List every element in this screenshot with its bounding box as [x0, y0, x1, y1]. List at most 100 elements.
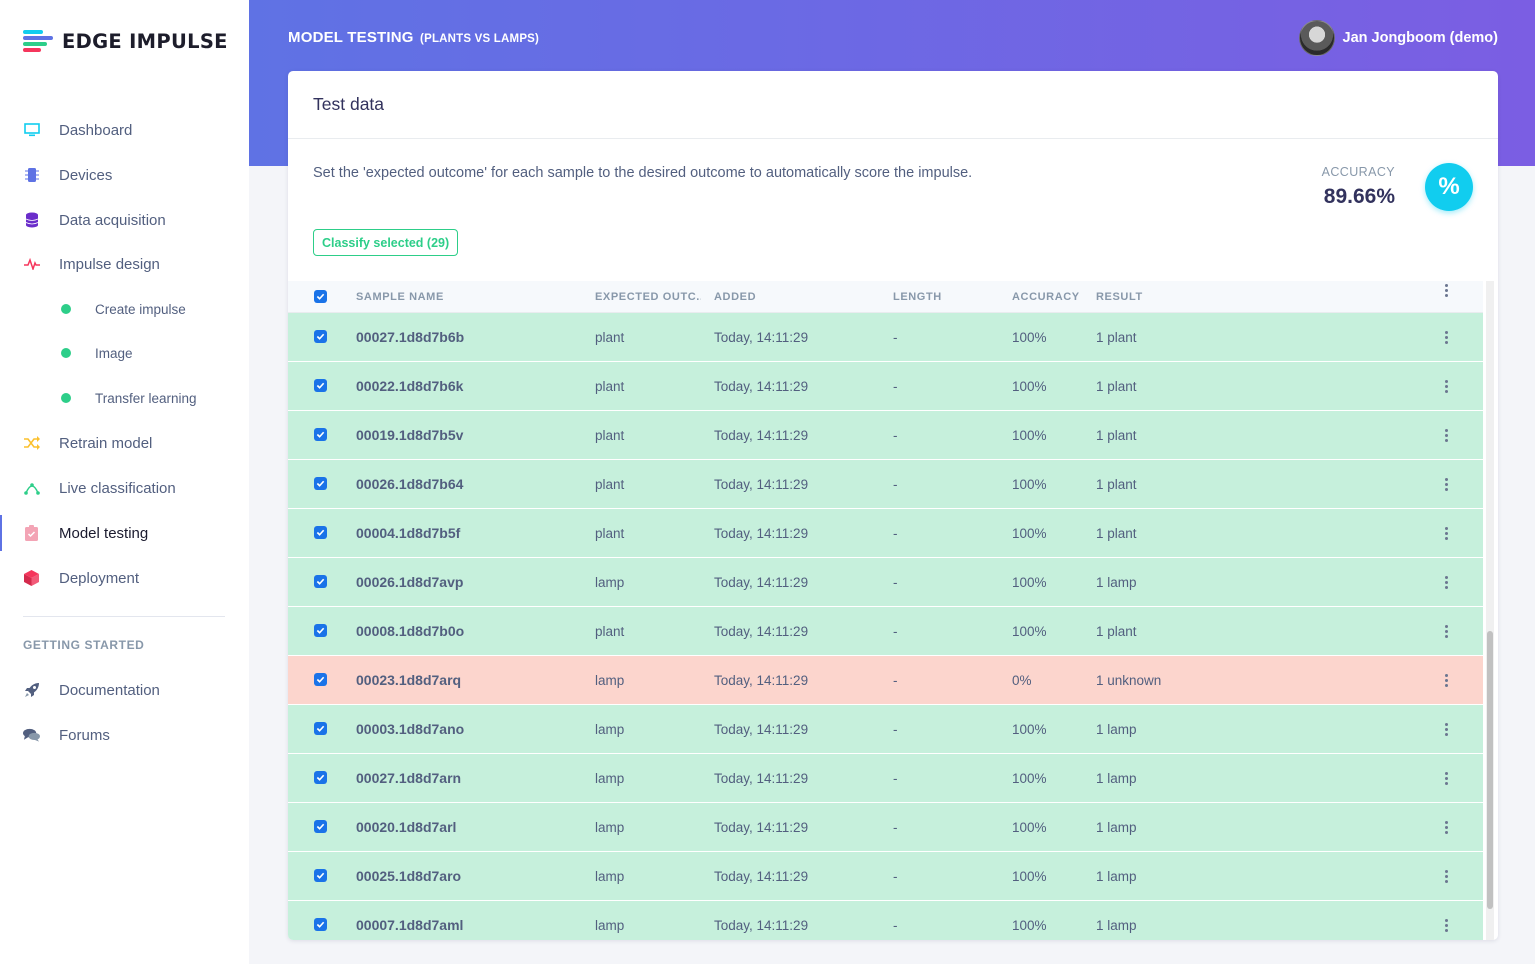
sidebar-item-deployment[interactable]: Deployment	[0, 560, 249, 596]
classification-result: 1 lamp	[1096, 770, 1137, 786]
table-row[interactable]: 00008.1d8d7b0o plant Today, 14:11:29 - 1…	[288, 607, 1483, 656]
row-checkbox[interactable]	[314, 869, 327, 882]
sample-accuracy: 100%	[1012, 476, 1047, 492]
sidebar-item-label: Deployment	[59, 569, 140, 587]
sidebar-item-dashboard[interactable]: Dashboard	[0, 112, 249, 148]
select-all-checkbox[interactable]	[314, 290, 327, 303]
sidebar-item-data-acquisition[interactable]: Data acquisition	[0, 202, 249, 238]
row-options-menu-icon[interactable]	[1441, 754, 1451, 802]
sample-name[interactable]: 00025.1d8d7aro	[356, 852, 461, 900]
sidebar-subitem-transfer-learning[interactable]: Transfer learning	[0, 383, 249, 413]
column-header-accuracy[interactable]: ACCURACY	[1012, 281, 1092, 313]
classification-result: 1 plant	[1096, 476, 1137, 492]
sample-length: -	[893, 623, 898, 639]
row-checkbox[interactable]	[314, 379, 327, 392]
row-options-menu-icon[interactable]	[1441, 460, 1451, 508]
sample-name[interactable]: 00023.1d8d7arq	[356, 656, 461, 704]
column-header-sample-name[interactable]: SAMPLE NAME	[356, 281, 586, 313]
row-options-menu-icon[interactable]	[1441, 852, 1451, 900]
sidebar-item-model-testing[interactable]: Model testing	[0, 515, 249, 551]
row-checkbox[interactable]	[314, 526, 327, 539]
sidebar-item-label: Data acquisition	[59, 211, 166, 229]
table-row[interactable]: 00027.1d8d7arn lamp Today, 14:11:29 - 10…	[288, 754, 1483, 803]
sidebar-item-live-classification[interactable]: Live classification	[0, 470, 249, 506]
column-header-length[interactable]: LENGTH	[893, 281, 1003, 313]
sidebar-item-impulse-design[interactable]: Impulse design	[0, 246, 249, 282]
sidebar-item-documentation[interactable]: Documentation	[0, 672, 249, 708]
sample-name[interactable]: 00027.1d8d7b6b	[356, 313, 464, 361]
scrollbar-thumb[interactable]	[1487, 631, 1493, 909]
row-checkbox[interactable]	[314, 330, 327, 343]
sample-name[interactable]: 00003.1d8d7ano	[356, 705, 464, 753]
row-options-menu-icon[interactable]	[1441, 313, 1451, 361]
classification-result: 1 lamp	[1096, 868, 1137, 884]
sample-name[interactable]: 00019.1d8d7b5v	[356, 411, 463, 459]
rocket-icon	[23, 682, 40, 699]
sidebar-item-retrain-model[interactable]: Retrain model	[0, 425, 249, 461]
row-checkbox[interactable]	[314, 428, 327, 441]
table-row[interactable]: 00007.1d8d7aml lamp Today, 14:11:29 - 10…	[288, 901, 1483, 940]
row-options-menu-icon[interactable]	[1441, 705, 1451, 753]
table-row[interactable]: 00026.1d8d7b64 plant Today, 14:11:29 - 1…	[288, 460, 1483, 509]
column-header-expected-outcome[interactable]: EXPECTED OUTC...	[595, 281, 701, 313]
sidebar-item-devices[interactable]: Devices	[0, 157, 249, 193]
sidebar-item-label: Impulse design	[59, 255, 160, 273]
row-options-menu-icon[interactable]	[1441, 803, 1451, 851]
row-options-menu-icon[interactable]	[1441, 558, 1451, 606]
row-options-menu-icon[interactable]	[1441, 607, 1451, 655]
row-checkbox[interactable]	[314, 624, 327, 637]
sidebar-subitem-create-impulse[interactable]: Create impulse	[0, 294, 249, 324]
expected-outcome: plant	[595, 525, 625, 541]
avatar	[1298, 20, 1335, 56]
row-options-menu-icon[interactable]	[1441, 901, 1451, 940]
row-options-menu-icon[interactable]	[1441, 656, 1451, 704]
column-header-result[interactable]: RESULT	[1096, 281, 1296, 313]
table-scrollbar[interactable]	[1486, 281, 1494, 940]
table-row[interactable]: 00023.1d8d7arq lamp Today, 14:11:29 - 0%…	[288, 656, 1483, 705]
column-header-added[interactable]: ADDED	[714, 281, 884, 313]
sample-name[interactable]: 00008.1d8d7b0o	[356, 607, 464, 655]
table-row[interactable]: 00019.1d8d7b5v plant Today, 14:11:29 - 1…	[288, 411, 1483, 460]
page-subtitle: (PLANTS VS LAMPS)	[420, 33, 540, 45]
shuffle-icon	[23, 435, 40, 452]
classify-selected-button[interactable]: Classify selected (29)	[313, 229, 459, 256]
sample-accuracy: 100%	[1012, 378, 1047, 394]
row-checkbox[interactable]	[314, 477, 327, 490]
table-row[interactable]: 00003.1d8d7ano lamp Today, 14:11:29 - 10…	[288, 705, 1483, 754]
sample-accuracy: 100%	[1012, 329, 1047, 345]
table-row[interactable]: 00020.1d8d7arl lamp Today, 14:11:29 - 10…	[288, 803, 1483, 852]
row-checkbox[interactable]	[314, 820, 327, 833]
row-checkbox[interactable]	[314, 771, 327, 784]
sample-name[interactable]: 00007.1d8d7aml	[356, 901, 463, 940]
sidebar-subitem-image[interactable]: Image	[0, 338, 249, 368]
table-row[interactable]: 00022.1d8d7b6k plant Today, 14:11:29 - 1…	[288, 362, 1483, 411]
row-options-menu-icon[interactable]	[1441, 362, 1451, 410]
classification-result: 1 plant	[1096, 525, 1137, 541]
table-options-menu-icon[interactable]	[1441, 283, 1451, 297]
row-checkbox[interactable]	[314, 918, 327, 931]
table-row[interactable]: 00027.1d8d7b6b plant Today, 14:11:29 - 1…	[288, 313, 1483, 362]
row-checkbox[interactable]	[314, 575, 327, 588]
added-time: Today, 14:11:29	[714, 819, 809, 835]
monitor-icon	[23, 122, 40, 139]
row-options-menu-icon[interactable]	[1441, 411, 1451, 459]
sample-name[interactable]: 00020.1d8d7arl	[356, 803, 456, 851]
sample-name[interactable]: 00026.1d8d7avp	[356, 558, 463, 606]
sample-name[interactable]: 00004.1d8d7b5f	[356, 509, 460, 557]
sample-name[interactable]: 00022.1d8d7b6k	[356, 362, 463, 410]
row-checkbox[interactable]	[314, 673, 327, 686]
table-row[interactable]: 00004.1d8d7b5f plant Today, 14:11:29 - 1…	[288, 509, 1483, 558]
table-row[interactable]: 00025.1d8d7aro lamp Today, 14:11:29 - 10…	[288, 852, 1483, 901]
user-menu[interactable]: Jan Jongboom (demo)	[1298, 20, 1498, 56]
sidebar-heading-getting-started: GETTING STARTED	[23, 638, 145, 652]
table-row[interactable]: 00026.1d8d7avp lamp Today, 14:11:29 - 10…	[288, 558, 1483, 607]
sample-name[interactable]: 00027.1d8d7arn	[356, 754, 461, 802]
row-checkbox[interactable]	[314, 722, 327, 735]
sample-name[interactable]: 00026.1d8d7b64	[356, 460, 463, 508]
row-options-menu-icon[interactable]	[1441, 509, 1451, 557]
edge-impulse-logo[interactable]: EDGE IMPULSE	[23, 28, 228, 54]
sidebar-item-forums[interactable]: Forums	[0, 717, 249, 753]
expected-outcome: plant	[595, 329, 625, 345]
sidebar-subitem-label: Image	[95, 345, 133, 361]
sample-length: -	[893, 476, 898, 492]
